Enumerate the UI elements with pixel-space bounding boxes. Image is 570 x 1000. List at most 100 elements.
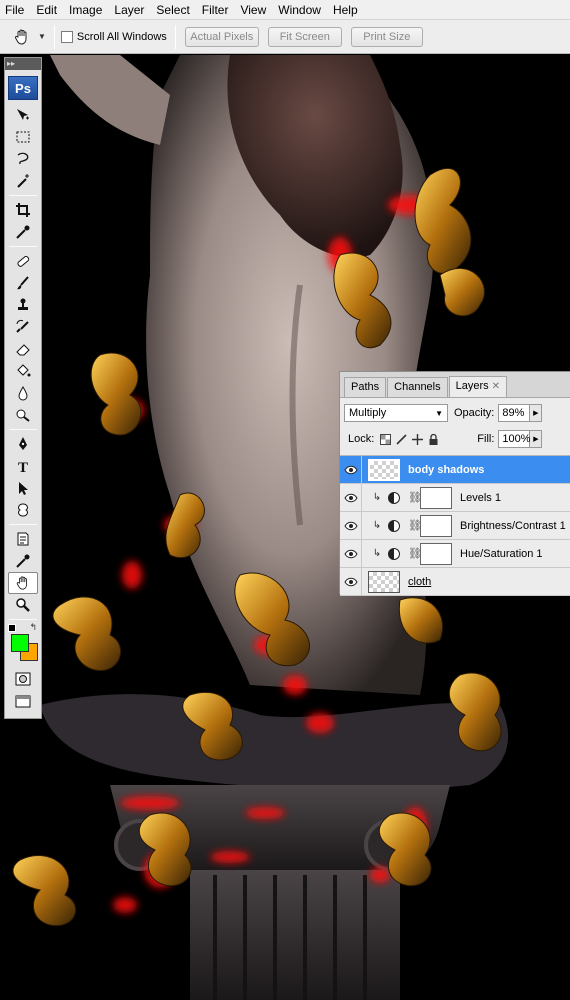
tab-channels[interactable]: Channels xyxy=(387,377,448,397)
chevron-down-icon: ▼ xyxy=(435,408,443,418)
svg-text:T: T xyxy=(18,460,28,474)
dodge-tool-icon[interactable] xyxy=(8,404,38,426)
clipping-mask-icon: ↳ xyxy=(372,548,382,559)
layer-thumbnail xyxy=(368,570,400,593)
marquee-tool-icon[interactable] xyxy=(8,126,38,148)
eye-icon[interactable] xyxy=(340,455,362,484)
adjustment-layer-icon xyxy=(388,547,400,560)
lock-all-icon[interactable] xyxy=(428,433,439,445)
separator xyxy=(9,195,37,196)
eye-icon[interactable] xyxy=(340,567,362,596)
tools-panel: ▸▸ Ps T ↰ xyxy=(4,57,42,719)
pen-tool-icon[interactable] xyxy=(8,433,38,455)
link-chain-icon[interactable]: ⛓ xyxy=(408,491,422,504)
default-colors-icon[interactable] xyxy=(8,624,16,632)
eraser-tool-icon[interactable] xyxy=(8,338,38,360)
link-chain-icon[interactable]: ⛓ xyxy=(408,519,422,532)
eyedropper-tool-icon[interactable] xyxy=(8,221,38,243)
actual-pixels-button[interactable]: Actual Pixels xyxy=(184,26,259,47)
hand-tool-icon[interactable] xyxy=(8,572,38,594)
blend-mode-select[interactable]: Multiply ▼ xyxy=(344,404,448,422)
lock-pixels-icon[interactable] xyxy=(396,433,407,445)
close-icon[interactable]: ✕ xyxy=(492,381,500,392)
eye-icon[interactable] xyxy=(340,539,362,568)
layer-row-cloth[interactable]: cloth xyxy=(340,567,570,596)
layer-mask-thumbnail[interactable] xyxy=(420,542,452,565)
eye-icon[interactable] xyxy=(340,511,362,540)
quick-mask-icon[interactable] xyxy=(8,668,38,690)
magic-wand-tool-icon[interactable] xyxy=(8,170,38,192)
panel-grip[interactable]: ▸▸ xyxy=(5,58,41,70)
layer-name[interactable]: body shadows xyxy=(408,464,484,476)
menu-help[interactable]: Help xyxy=(327,0,364,20)
adjustment-layer-icon xyxy=(388,491,400,504)
menu-filter[interactable]: Filter xyxy=(196,0,235,20)
path-selection-tool-icon[interactable] xyxy=(8,477,38,499)
lasso-tool-icon[interactable] xyxy=(8,148,38,170)
eyedropper-tool-icon[interactable] xyxy=(8,550,38,572)
clipping-mask-icon: ↳ xyxy=(372,492,382,503)
fill-input[interactable]: 100% xyxy=(498,430,531,448)
layer-mask-thumbnail[interactable] xyxy=(420,514,452,537)
photoshop-logo[interactable]: Ps xyxy=(8,76,38,100)
layer-name[interactable]: Levels 1 xyxy=(460,492,501,504)
foreground-color-swatch[interactable] xyxy=(11,634,29,652)
layer-name[interactable]: Brightness/Contrast 1 xyxy=(460,520,566,532)
notes-tool-icon[interactable] xyxy=(8,528,38,550)
tab-layers-label: Layers xyxy=(455,380,489,392)
menu-select[interactable]: Select xyxy=(150,0,195,20)
menu-layer[interactable]: Layer xyxy=(108,0,150,20)
tool-preset-dropdown-icon[interactable]: ▼ xyxy=(38,32,46,41)
layer-name[interactable]: cloth xyxy=(408,576,431,588)
menu-view[interactable]: View xyxy=(234,0,272,20)
menu-file[interactable]: File xyxy=(0,0,30,20)
layer-row-body-shadows[interactable]: body shadows xyxy=(340,455,570,484)
menu-image[interactable]: Image xyxy=(63,0,108,20)
tab-paths[interactable]: Paths xyxy=(344,377,387,397)
panel-tabs: Paths Channels Layers ✕ xyxy=(340,372,570,398)
hand-tool-icon[interactable] xyxy=(8,24,36,50)
paint-bucket-tool-icon[interactable] xyxy=(8,360,38,382)
menu-bar: File Edit Image Layer Select Filter View… xyxy=(0,0,570,20)
brush-tool-icon[interactable] xyxy=(8,272,38,294)
swap-colors-icon[interactable]: ↰ xyxy=(29,622,37,633)
color-swatches: ↰ xyxy=(7,622,39,664)
separator xyxy=(9,246,37,247)
healing-brush-tool-icon[interactable] xyxy=(8,250,38,272)
zoom-tool-icon[interactable] xyxy=(8,594,38,616)
fill-label: Fill: xyxy=(477,433,495,445)
layer-row-hue-saturation[interactable]: ↳ ⛓ Hue/Saturation 1 xyxy=(340,539,570,568)
type-tool-icon[interactable]: T xyxy=(8,455,38,477)
fit-screen-button[interactable]: Fit Screen xyxy=(267,26,342,47)
tab-layers[interactable]: Layers ✕ xyxy=(448,376,508,397)
opacity-label: Opacity: xyxy=(454,407,495,419)
layer-mask-thumbnail[interactable] xyxy=(420,486,452,509)
lock-position-icon[interactable] xyxy=(412,433,424,445)
clone-stamp-tool-icon[interactable] xyxy=(8,294,38,316)
blur-tool-icon[interactable] xyxy=(8,382,38,404)
lock-transparency-icon[interactable] xyxy=(380,433,392,445)
layer-row-levels[interactable]: ↳ ⛓ Levels 1 xyxy=(340,483,570,512)
opacity-slider-toggle-icon[interactable]: ▶ xyxy=(530,404,543,422)
link-chain-icon[interactable]: ⛓ xyxy=(408,547,422,560)
fill-slider-toggle-icon[interactable]: ▶ xyxy=(530,430,543,448)
eye-icon[interactable] xyxy=(340,483,362,512)
custom-shape-tool-icon[interactable] xyxy=(8,499,38,521)
layer-row-brightness-contrast[interactable]: ↳ ⛓ Brightness/Contrast 1 xyxy=(340,511,570,540)
crop-tool-icon[interactable] xyxy=(8,199,38,221)
history-brush-tool-icon[interactable] xyxy=(8,316,38,338)
separator xyxy=(53,24,55,49)
clipping-mask-icon: ↳ xyxy=(372,520,382,531)
separator xyxy=(9,619,37,620)
lock-row: Lock: Fill: 100% ▶ xyxy=(340,426,570,452)
print-size-button[interactable]: Print Size xyxy=(350,26,423,47)
layers-panel: Paths Channels Layers ✕ Multiply ▼ Opacit… xyxy=(339,371,570,596)
lock-label: Lock: xyxy=(348,433,375,445)
screen-mode-icon[interactable] xyxy=(8,690,38,712)
menu-window[interactable]: Window xyxy=(272,0,327,20)
scroll-all-windows-checkbox[interactable] xyxy=(60,30,73,43)
menu-edit[interactable]: Edit xyxy=(30,0,63,20)
layer-name[interactable]: Hue/Saturation 1 xyxy=(460,548,543,560)
move-tool-icon[interactable] xyxy=(8,104,38,126)
opacity-input[interactable]: 89% xyxy=(498,404,531,422)
